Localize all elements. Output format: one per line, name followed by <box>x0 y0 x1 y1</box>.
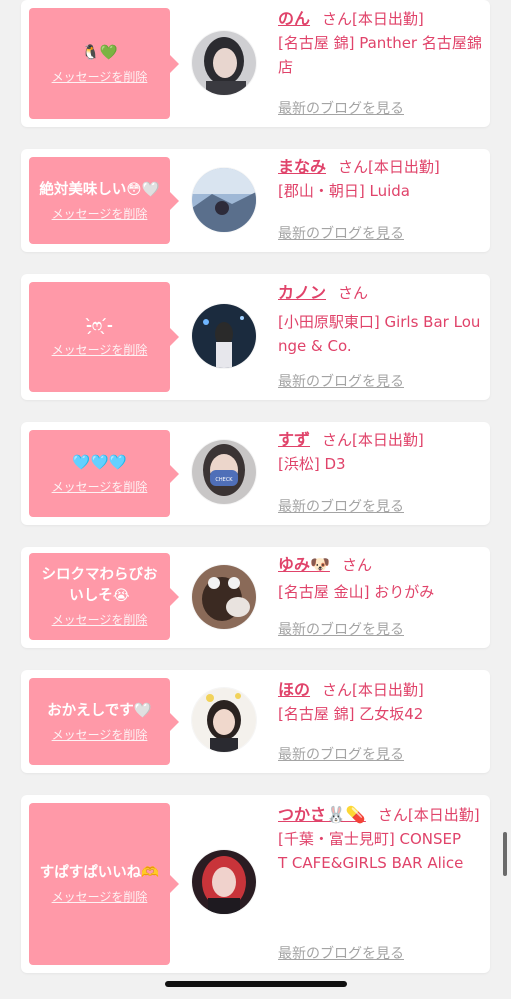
profile-info: まなみ さん[本日出勤] [郡山・朝日] Luida <box>278 155 484 203</box>
avatar[interactable] <box>192 304 256 368</box>
message-bubble: -̗̀ෆ ̖́- メッセージを削除 <box>29 282 179 392</box>
profile-info: ゆみ🐶 さん [名古屋 金山] おりがみ <box>278 553 484 604</box>
latest-blog-link[interactable]: 最新のブログを見る <box>278 496 404 516</box>
shop-name: [郡山・朝日] Luida <box>278 182 410 200</box>
avatar[interactable]: CHECK <box>192 440 256 504</box>
delete-message-link[interactable]: メッセージを削除 <box>52 478 148 495</box>
message-text: 🩵🩵🩵 <box>72 454 127 471</box>
profile-info: すず さん[本日出勤] [浜松] D3 <box>278 428 484 476</box>
status-text: さん[本日出勤] <box>322 431 424 449</box>
scrollbar[interactable] <box>503 832 507 876</box>
home-indicator[interactable] <box>165 981 347 987</box>
status-text: さん[本日出勤] <box>338 158 440 176</box>
status-text: さん[本日出勤] <box>377 806 480 824</box>
message-text: すぱすぱいいね🫶 <box>39 865 160 881</box>
girl-name-link[interactable]: すず <box>278 430 310 449</box>
avatar[interactable] <box>192 31 256 95</box>
shop-name: [小田原駅東口] Girls Bar Lounge & Co. <box>278 313 481 355</box>
profile-info: のん さん[本日出勤] [名古屋 錦] Panther 名古屋錦店 <box>278 7 484 79</box>
status-text: さん <box>341 556 372 574</box>
message-bubble: 絶対美味しい😳🤍 メッセージを削除 <box>29 157 179 244</box>
latest-blog-link[interactable]: 最新のブログを見る <box>278 371 404 391</box>
shop-name: [千葉・富士見町] CONSEPT CAFE&GIRLS BAR Alice <box>278 830 464 872</box>
mask-label: CHECK <box>215 477 233 483</box>
profile-info: ほの さん[本日出勤] [名古屋 錦] 乙女坂42 <box>278 678 484 726</box>
girl-name-link[interactable]: のん <box>278 9 310 28</box>
latest-blog-link[interactable]: 最新のブログを見る <box>278 943 404 963</box>
message-bubble: おかえしです🤍 メッセージを削除 <box>29 678 179 765</box>
delete-message-link[interactable]: メッセージを削除 <box>52 341 148 358</box>
girl-name-link[interactable]: まなみ <box>278 157 326 176</box>
avatar[interactable] <box>192 168 256 232</box>
shop-name: [浜松] D3 <box>278 455 346 473</box>
delete-message-link[interactable]: メッセージを削除 <box>52 205 148 222</box>
message-card: すぱすぱいいね🫶 メッセージを削除 つかさ🐰💊 さん[本日出勤] [千葉・富士見町… <box>21 795 490 973</box>
message-card: 🐧💚 メッセージを削除 のん さん[本日出勤] [名古屋 錦] Panther 名… <box>21 0 490 127</box>
shop-name: [名古屋 錦] 乙女坂42 <box>278 705 424 723</box>
message-text: おかえしです🤍 <box>47 702 152 719</box>
shop-name: [名古屋 金山] おりがみ <box>278 583 435 601</box>
status-text: さん[本日出勤] <box>322 681 424 699</box>
avatar[interactable] <box>192 565 256 629</box>
girl-name-link[interactable]: ほの <box>278 680 310 699</box>
message-card: おかえしです🤍 メッセージを削除 ほの さん[本日出勤] [名古屋 錦] 乙女坂4… <box>21 670 490 773</box>
profile-info: つかさ🐰💊 さん[本日出勤] [千葉・富士見町] CONSEPT CAFE&GIR… <box>278 803 484 875</box>
latest-blog-link[interactable]: 最新のブログを見る <box>278 223 404 243</box>
latest-blog-link[interactable]: 最新のブログを見る <box>278 98 404 118</box>
message-card: 🩵🩵🩵 メッセージを削除 CHECK すず さん[本日出勤] [浜松] D3 最新… <box>21 422 490 525</box>
girl-name-link[interactable]: つかさ🐰💊 <box>278 805 366 824</box>
message-text: 絶対美味しい😳🤍 <box>39 181 160 198</box>
message-bubble: すぱすぱいいね🫶 メッセージを削除 <box>29 803 179 965</box>
shop-name: [名古屋 錦] Panther 名古屋錦店 <box>278 34 482 76</box>
message-card: -̗̀ෆ ̖́- メッセージを削除 カノン さん [小田原駅東口] Girls B… <box>21 274 490 400</box>
message-text: 🐧💚 <box>81 44 118 61</box>
girl-name-link[interactable]: ゆみ🐶 <box>278 555 330 574</box>
message-bubble: シロクマわらびおいしそ😭 メッセージを削除 <box>29 553 179 640</box>
message-bubble: 🐧💚 メッセージを削除 <box>29 8 179 119</box>
delete-message-link[interactable]: メッセージを削除 <box>52 611 148 628</box>
avatar[interactable] <box>192 688 256 752</box>
delete-message-link[interactable]: メッセージを削除 <box>52 68 148 85</box>
delete-message-link[interactable]: メッセージを削除 <box>52 888 148 905</box>
message-text: シロクマわらびおいしそ😭 <box>41 567 158 604</box>
latest-blog-link[interactable]: 最新のブログを見る <box>278 619 404 639</box>
message-card: シロクマわらびおいしそ😭 メッセージを削除 ゆみ🐶 さん [名古屋 金山] おりが… <box>21 547 490 648</box>
status-text: さん <box>338 284 369 302</box>
profile-info: カノン さん [小田原駅東口] Girls Bar Lounge & Co. <box>278 281 484 358</box>
latest-blog-link[interactable]: 最新のブログを見る <box>278 744 404 764</box>
message-card: 絶対美味しい😳🤍 メッセージを削除 まなみ さん[本日出勤] [郡山・朝日] Lu… <box>21 149 490 252</box>
message-text: -̗̀ෆ ̖́- <box>86 318 113 334</box>
delete-message-link[interactable]: メッセージを削除 <box>52 726 148 743</box>
message-bubble: 🩵🩵🩵 メッセージを削除 <box>29 430 179 517</box>
girl-name-link[interactable]: カノン <box>278 283 326 302</box>
avatar[interactable] <box>192 850 256 914</box>
status-text: さん[本日出勤] <box>322 10 424 28</box>
